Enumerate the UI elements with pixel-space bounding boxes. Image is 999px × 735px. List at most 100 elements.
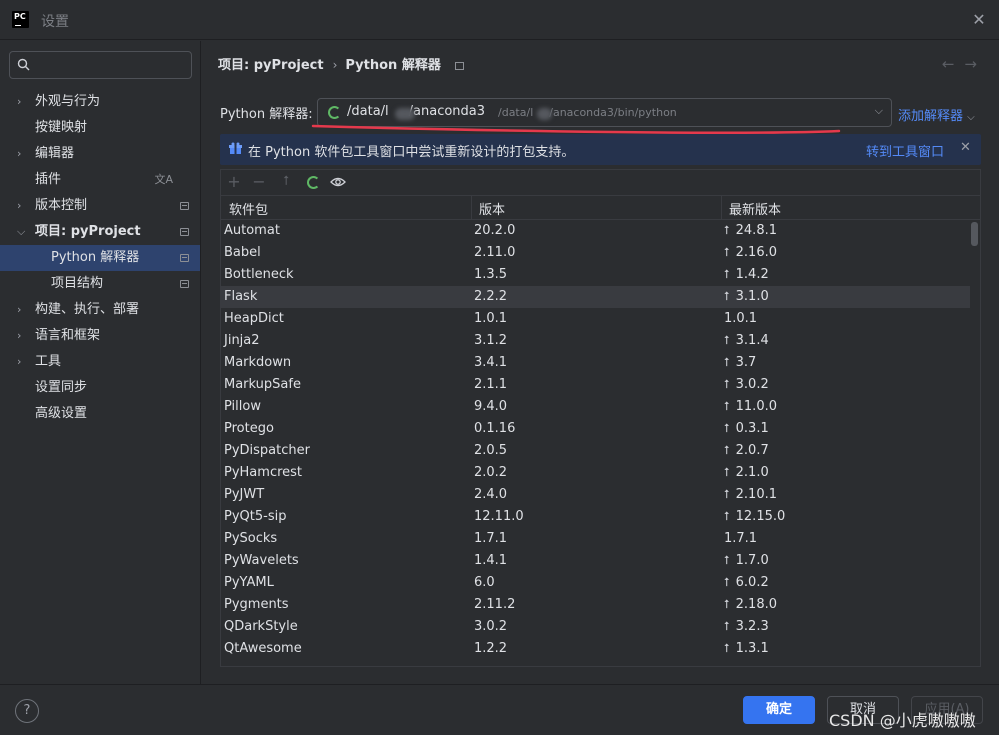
table-row[interactable]: PyWavelets 1.4.1 ⭡ 1.7.0: [221, 550, 970, 572]
package-name: QDarkStyle: [224, 619, 298, 634]
interpreter-path-prefix: /data/l: [347, 104, 389, 119]
package-latest: ⭡ 2.16.0: [724, 245, 777, 260]
chevron-down-icon: ⌵: [967, 112, 975, 123]
package-name: MarkupSafe: [224, 377, 301, 392]
package-name: PyHamcrest: [224, 465, 303, 480]
package-version: 12.11.0: [474, 509, 524, 524]
breadcrumb-project[interactable]: 项目: pyProject: [218, 58, 324, 73]
chevron-right-icon[interactable]: ›: [17, 297, 27, 323]
project-scope-icon: [180, 280, 189, 288]
latest-version-text: 3.0.2: [735, 377, 769, 392]
package-name: PyYAML: [224, 575, 274, 590]
package-latest: ⭡ 3.7: [724, 355, 756, 370]
back-arrow-icon[interactable]: ←: [942, 55, 965, 73]
interpreter-subpath: /data/l/anaconda3/bin/python: [498, 106, 677, 119]
table-row[interactable]: QDarkStyle 3.0.2 ⭡ 3.2.3: [221, 616, 970, 638]
table-row[interactable]: Babel 2.11.0 ⭡ 2.16.0: [221, 242, 970, 264]
package-name: Pillow: [224, 399, 261, 414]
settings-window: PC 设置 ✕ › 外观与行为 按键映射 › 编辑器 插件 文A › 版本控制 ⌵ 项目: pyPr…: [0, 0, 999, 735]
table-scrollbar[interactable]: [971, 222, 978, 246]
ok-button[interactable]: 确定: [743, 696, 815, 724]
package-latest: ⭡ 1.4.2: [724, 267, 769, 282]
table-row[interactable]: MarkupSafe 2.1.1 ⭡ 3.0.2: [221, 374, 970, 396]
column-header-version[interactable]: 版本: [479, 199, 505, 218]
add-interpreter-label: 添加解释器: [898, 109, 964, 124]
upgrade-arrow-icon: ⭡: [724, 399, 730, 413]
help-button[interactable]: ?: [15, 699, 39, 723]
sidebar-item[interactable]: 高级设置: [0, 401, 200, 427]
upgrade-arrow-icon: ⭡: [724, 355, 730, 369]
sidebar-item[interactable]: › 编辑器: [0, 141, 200, 167]
table-row[interactable]: Jinja2 3.1.2 ⭡ 3.1.4: [221, 330, 970, 352]
add-package-icon[interactable]: +: [224, 172, 244, 192]
table-row[interactable]: PySocks 1.7.1 1.7.1: [221, 528, 970, 550]
sidebar-item[interactable]: 按键映射: [0, 115, 200, 141]
forward-arrow-icon[interactable]: →: [964, 55, 987, 73]
table-row[interactable]: HeapDict 1.0.1 1.0.1: [221, 308, 970, 330]
table-row[interactable]: PyQt5-sip 12.11.0 ⭡ 12.15.0: [221, 506, 970, 528]
refresh-icon[interactable]: [307, 176, 320, 189]
package-version: 9.4.0: [474, 399, 508, 414]
table-row[interactable]: QtAwesome 1.2.2 ⭡ 1.3.1: [221, 638, 970, 660]
table-row[interactable]: PyJWT 2.4.0 ⭡ 2.10.1: [221, 484, 970, 506]
sidebar-item-label: Python 解释器: [51, 250, 140, 265]
chevron-right-icon[interactable]: ›: [17, 323, 27, 349]
table-row[interactable]: PyDispatcher 2.0.5 ⭡ 2.0.7: [221, 440, 970, 462]
packages-table-body: Automat 20.2.0 ⭡ 24.8.1 Babel 2.11.0 ⭡ 2.16.0 Bo…: [221, 220, 970, 660]
table-row[interactable]: Automat 20.2.0 ⭡ 24.8.1: [221, 220, 970, 242]
package-latest: ⭡ 6.0.2: [724, 575, 769, 590]
column-header-latest[interactable]: 最新版本: [729, 199, 781, 218]
close-icon[interactable]: ✕: [960, 140, 971, 155]
package-version: 3.4.1: [474, 355, 508, 370]
latest-version-text: 6.0.2: [735, 575, 769, 590]
go-to-tool-window-link[interactable]: 转到工具窗口: [866, 141, 944, 160]
package-name: PyWavelets: [224, 553, 299, 568]
package-name: Babel: [224, 245, 261, 260]
close-icon[interactable]: ✕: [969, 10, 989, 30]
table-row[interactable]: Bottleneck 1.3.5 ⭡ 1.4.2: [221, 264, 970, 286]
table-row[interactable]: Flask 2.2.2 ⭡ 3.1.0: [221, 286, 970, 308]
package-version: 6.0: [474, 575, 495, 590]
sidebar-item[interactable]: › 工具: [0, 349, 200, 375]
chevron-right-icon[interactable]: ›: [17, 349, 27, 375]
package-name: PyDispatcher: [224, 443, 310, 458]
sidebar-item[interactable]: › 版本控制: [0, 193, 200, 219]
project-scope-icon: [180, 202, 189, 210]
upgrade-package-icon[interactable]: ⭡: [276, 172, 296, 192]
interpreter-path: /data/l/anaconda3: [347, 104, 485, 119]
table-row[interactable]: Pygments 2.11.2 ⭡ 2.18.0: [221, 594, 970, 616]
table-row[interactable]: Protego 0.1.16 ⭡ 0.3.1: [221, 418, 970, 440]
package-name: QtAwesome: [224, 641, 302, 656]
table-row[interactable]: PyHamcrest 2.0.2 ⭡ 2.1.0: [221, 462, 970, 484]
package-version: 1.0.1: [474, 311, 508, 326]
package-version: 3.1.2: [474, 333, 508, 348]
column-divider: [721, 196, 722, 220]
sidebar-item[interactable]: › 构建、执行、部署: [0, 297, 200, 323]
sidebar-item[interactable]: 插件 文A: [0, 167, 200, 193]
sidebar-item[interactable]: › 语言和框架: [0, 323, 200, 349]
sidebar-item[interactable]: ⌵ 项目: pyProject: [0, 219, 200, 245]
chevron-right-icon[interactable]: ›: [17, 89, 27, 115]
remove-package-icon[interactable]: −: [249, 172, 269, 192]
column-header-package[interactable]: 软件包: [229, 199, 268, 218]
sidebar-item[interactable]: 项目结构: [0, 271, 200, 297]
latest-version-text: 3.7: [735, 355, 757, 370]
settings-search[interactable]: [9, 51, 192, 79]
upgrade-arrow-icon: ⭡: [724, 245, 730, 259]
sidebar-item[interactable]: Python 解释器: [0, 245, 200, 271]
table-row[interactable]: PyYAML 6.0 ⭡ 6.0.2: [221, 572, 970, 594]
chevron-right-icon[interactable]: ›: [17, 141, 27, 167]
upgrade-arrow-icon: ⭡: [724, 333, 730, 347]
add-interpreter-link[interactable]: 添加解释器 ⌵: [898, 105, 975, 124]
upgrade-arrow-icon: ⭡: [724, 553, 730, 567]
table-row[interactable]: Pillow 9.4.0 ⭡ 11.0.0: [221, 396, 970, 418]
sidebar-item[interactable]: 设置同步: [0, 375, 200, 401]
search-input[interactable]: [38, 56, 188, 74]
chevron-right-icon[interactable]: ›: [17, 193, 27, 219]
chevron-down-icon[interactable]: ⌵: [17, 219, 27, 245]
table-row[interactable]: Markdown 3.4.1 ⭡ 3.7: [221, 352, 970, 374]
upgrade-arrow-icon: ⭡: [724, 377, 730, 391]
sidebar-item-label: 项目结构: [51, 276, 104, 291]
sidebar-item[interactable]: › 外观与行为: [0, 89, 200, 115]
eye-icon[interactable]: [330, 175, 346, 189]
